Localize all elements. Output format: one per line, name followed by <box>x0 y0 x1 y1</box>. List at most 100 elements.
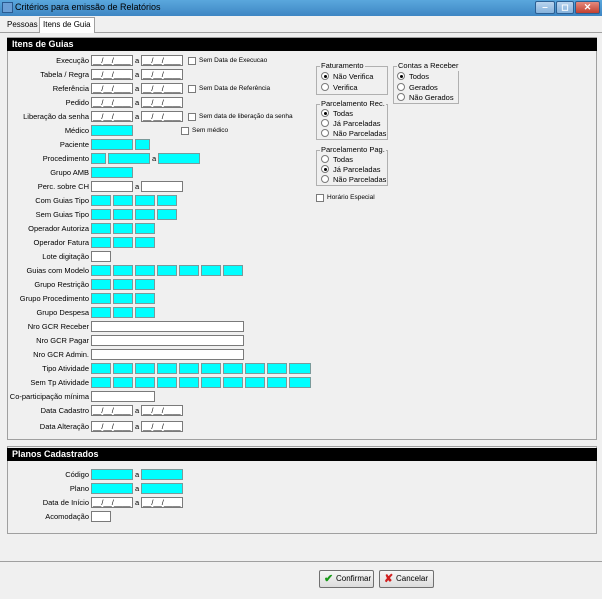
sem-tp-atividade-7[interactable] <box>223 377 243 388</box>
operador-fatura-2[interactable] <box>113 237 133 248</box>
lote-digitacao-field[interactable] <box>91 251 111 262</box>
liberacao-to[interactable]: __/__/____ <box>141 111 183 122</box>
medico-field[interactable] <box>91 125 133 136</box>
pedido-to[interactable]: __/__/____ <box>141 97 183 108</box>
referencia-from[interactable]: __/__/____ <box>91 83 133 94</box>
sem-data-referencia-checkbox[interactable] <box>188 85 196 93</box>
paciente-field-2[interactable] <box>135 139 150 150</box>
contas-gerados-radio[interactable] <box>397 83 405 91</box>
tipo-atividade-10[interactable] <box>289 363 311 374</box>
contas-nao-gerados-radio[interactable] <box>397 93 405 101</box>
data-inicio-to[interactable]: __/__/____ <box>141 497 183 508</box>
guias-modelo-2[interactable] <box>113 265 133 276</box>
tipo-atividade-3[interactable] <box>135 363 155 374</box>
sem-tp-atividade-9[interactable] <box>267 377 287 388</box>
sem-tp-atividade-3[interactable] <box>135 377 155 388</box>
tipo-atividade-4[interactable] <box>157 363 177 374</box>
guias-modelo-3[interactable] <box>135 265 155 276</box>
guias-modelo-1[interactable] <box>91 265 111 276</box>
sem-guias-tipo-2[interactable] <box>113 209 133 220</box>
data-cadastro-from[interactable]: __/__/____ <box>91 405 133 416</box>
perc-ch-from[interactable] <box>91 181 133 192</box>
sem-data-execucao-checkbox[interactable] <box>188 57 196 65</box>
sem-guias-tipo-4[interactable] <box>157 209 177 220</box>
com-guias-tipo-1[interactable] <box>91 195 111 206</box>
guias-modelo-7[interactable] <box>223 265 243 276</box>
data-alteracao-from[interactable]: __/__/____ <box>91 421 133 432</box>
maximize-button[interactable]: ◻ <box>556 1 574 14</box>
codigo-to[interactable] <box>141 469 183 480</box>
parc-pag-ja-radio[interactable] <box>321 165 329 173</box>
operador-autoriza-3[interactable] <box>135 223 155 234</box>
sem-tp-atividade-1[interactable] <box>91 377 111 388</box>
data-alteracao-to[interactable]: __/__/____ <box>141 421 183 432</box>
com-guias-tipo-3[interactable] <box>135 195 155 206</box>
tabela-from[interactable]: __/__/____ <box>91 69 133 80</box>
com-guias-tipo-4[interactable] <box>157 195 177 206</box>
procedimento-to[interactable] <box>158 153 200 164</box>
parc-rec-ja-radio[interactable] <box>321 119 329 127</box>
tipo-atividade-7[interactable] <box>223 363 243 374</box>
execucao-from[interactable]: __/__/____ <box>91 55 133 66</box>
sem-tp-atividade-2[interactable] <box>113 377 133 388</box>
tipo-atividade-8[interactable] <box>245 363 265 374</box>
sem-tp-atividade-8[interactable] <box>245 377 265 388</box>
tipo-atividade-9[interactable] <box>267 363 287 374</box>
pedido-from[interactable]: __/__/____ <box>91 97 133 108</box>
tipo-atividade-2[interactable] <box>113 363 133 374</box>
procedimento-from-1[interactable] <box>91 153 106 164</box>
plano-from[interactable] <box>91 483 133 494</box>
codigo-from[interactable] <box>91 469 133 480</box>
tipo-atividade-5[interactable] <box>179 363 199 374</box>
nro-gcr-receber-field[interactable] <box>91 321 244 332</box>
guias-modelo-4[interactable] <box>157 265 177 276</box>
data-cadastro-to[interactable]: __/__/____ <box>141 405 183 416</box>
perc-ch-to[interactable] <box>141 181 183 192</box>
guias-modelo-6[interactable] <box>201 265 221 276</box>
grupo-amb-field[interactable] <box>91 167 133 178</box>
sem-tp-atividade-6[interactable] <box>201 377 221 388</box>
parc-pag-todas-radio[interactable] <box>321 155 329 163</box>
sem-medico-checkbox[interactable] <box>181 127 189 135</box>
com-guias-tipo-2[interactable] <box>113 195 133 206</box>
grupo-procedimento-3[interactable] <box>135 293 155 304</box>
grupo-procedimento-1[interactable] <box>91 293 111 304</box>
parc-rec-nao-radio[interactable] <box>321 129 329 137</box>
horario-especial-checkbox[interactable] <box>316 194 324 202</box>
minimize-button[interactable]: ‒ <box>535 1 555 14</box>
operador-autoriza-1[interactable] <box>91 223 111 234</box>
sem-guias-tipo-3[interactable] <box>135 209 155 220</box>
acomodacao-field[interactable] <box>91 511 111 522</box>
nro-gcr-pagar-field[interactable] <box>91 335 244 346</box>
faturamento-nao-verifica-radio[interactable] <box>321 72 329 80</box>
grupo-procedimento-2[interactable] <box>113 293 133 304</box>
sem-data-liberacao-checkbox[interactable] <box>188 113 196 121</box>
guias-modelo-5[interactable] <box>179 265 199 276</box>
tipo-atividade-1[interactable] <box>91 363 111 374</box>
sem-tp-atividade-4[interactable] <box>157 377 177 388</box>
execucao-to[interactable]: __/__/____ <box>141 55 183 66</box>
grupo-restricao-2[interactable] <box>113 279 133 290</box>
tab-itens-de-guia[interactable]: Itens de Guia <box>39 17 95 33</box>
tabela-to[interactable]: __/__/____ <box>141 69 183 80</box>
plano-to[interactable] <box>141 483 183 494</box>
operador-fatura-1[interactable] <box>91 237 111 248</box>
data-inicio-from[interactable]: __/__/____ <box>91 497 133 508</box>
close-button[interactable]: ✕ <box>575 1 600 14</box>
liberacao-from[interactable]: __/__/____ <box>91 111 133 122</box>
operador-fatura-3[interactable] <box>135 237 155 248</box>
coparticipacao-field[interactable] <box>91 391 155 402</box>
cancelar-button[interactable]: ✘ Cancelar <box>379 570 434 588</box>
tab-pessoas[interactable]: Pessoas <box>4 18 41 33</box>
sem-guias-tipo-1[interactable] <box>91 209 111 220</box>
procedimento-from-2[interactable] <box>108 153 150 164</box>
operador-autoriza-2[interactable] <box>113 223 133 234</box>
grupo-despesa-3[interactable] <box>135 307 155 318</box>
grupo-restricao-1[interactable] <box>91 279 111 290</box>
faturamento-verifica-radio[interactable] <box>321 83 329 91</box>
grupo-despesa-1[interactable] <box>91 307 111 318</box>
paciente-field[interactable] <box>91 139 133 150</box>
sem-tp-atividade-10[interactable] <box>289 377 311 388</box>
grupo-despesa-2[interactable] <box>113 307 133 318</box>
parc-rec-todas-radio[interactable] <box>321 109 329 117</box>
